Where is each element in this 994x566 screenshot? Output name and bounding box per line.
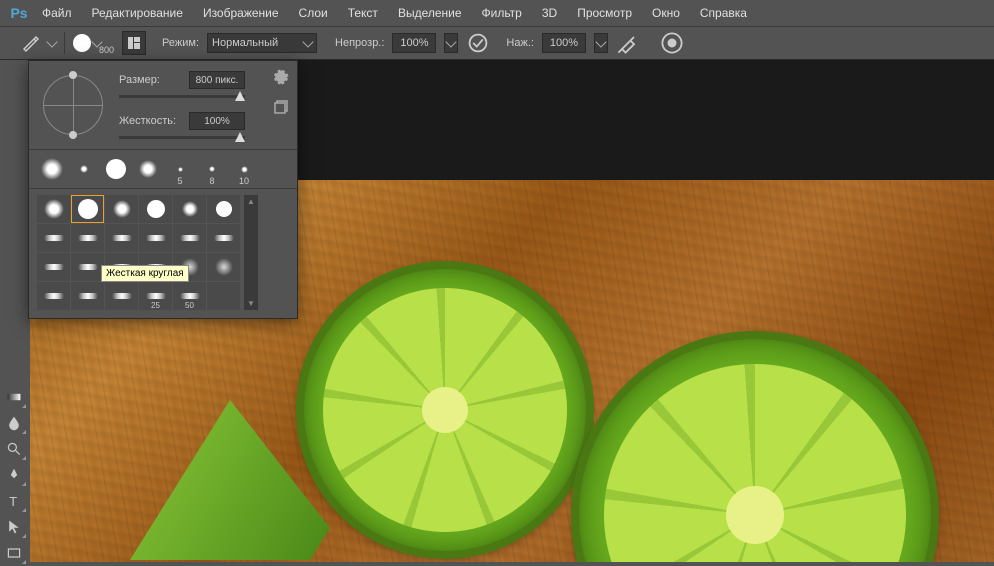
menu-window[interactable]: Окно <box>642 2 690 24</box>
chevron-down-icon <box>595 36 606 47</box>
brush-grid-cell[interactable] <box>173 195 206 223</box>
menu-bar: Ps Файл Редактирование Изображение Слои … <box>0 0 994 26</box>
mode-chevron-icon <box>302 36 313 47</box>
rectangle-tool[interactable] <box>0 540 28 566</box>
opacity-input[interactable]: 100% <box>392 33 436 53</box>
brush-preset[interactable]: 10 <box>229 154 259 184</box>
options-bar: 800 Режим: Нормальный Непрозр.: 100% Наж… <box>0 26 994 60</box>
brush-grid: 25 50 <box>37 195 240 310</box>
menu-file[interactable]: Файл <box>32 2 82 24</box>
blur-tool[interactable] <box>0 410 28 436</box>
brush-preview-circle-icon <box>73 34 91 52</box>
brush-grid-cell[interactable] <box>173 224 206 252</box>
size-input[interactable]: 800 пикс. <box>189 71 245 89</box>
brush-grid-cell[interactable]: 25 <box>139 282 172 310</box>
gear-icon[interactable] <box>273 69 289 85</box>
brush-preset[interactable] <box>101 154 131 184</box>
gradient-tool[interactable] <box>0 384 28 410</box>
menu-image[interactable]: Изображение <box>193 2 289 24</box>
chevron-down-icon <box>446 36 457 47</box>
mode-label: Режим: <box>162 37 199 49</box>
brush-preset[interactable]: 8 <box>197 154 227 184</box>
pressure-opacity-button[interactable] <box>466 31 490 55</box>
app-logo: Ps <box>6 3 32 23</box>
angle-picker[interactable] <box>39 71 107 139</box>
menu-help[interactable]: Справка <box>690 2 757 24</box>
brush-grid-cell[interactable] <box>139 195 172 223</box>
flow-chevron-button[interactable] <box>594 33 608 53</box>
brush-preset[interactable] <box>133 154 163 184</box>
brush-tooltip: Жесткая круглая <box>101 265 189 282</box>
brush-size-preview-label: 800 <box>99 45 114 55</box>
svg-text:T: T <box>9 494 17 509</box>
flow-input[interactable]: 100% <box>542 33 586 53</box>
brush-grid-cell[interactable] <box>37 253 70 281</box>
brush-grid-cell[interactable] <box>139 224 172 252</box>
menu-text[interactable]: Текст <box>338 2 388 24</box>
brush-tool-icon[interactable] <box>20 33 40 53</box>
brush-grid-cell[interactable] <box>71 282 104 310</box>
mode-value: Нормальный <box>212 37 278 49</box>
hardness-label: Жесткость: <box>119 115 181 127</box>
brush-grid-cell[interactable] <box>37 195 70 223</box>
brush-sliders: Размер: 800 пикс. Жесткость: 100% <box>119 71 287 139</box>
brush-grid-cell[interactable] <box>37 282 70 310</box>
flow-label: Наж.: <box>506 37 534 49</box>
brush-grid-cell-selected[interactable] <box>71 195 104 223</box>
brush-panel-toggle-button[interactable] <box>122 31 146 55</box>
brush-grid-cell[interactable] <box>71 224 104 252</box>
brush-preset[interactable]: 5 <box>165 154 195 184</box>
mode-select[interactable]: Нормальный <box>207 33 317 53</box>
logo-text: Ps <box>10 5 27 21</box>
brush-grid-cell[interactable] <box>71 253 104 281</box>
opacity-chevron-button[interactable] <box>444 33 458 53</box>
menu-3d[interactable]: 3D <box>532 2 567 24</box>
menu-filter[interactable]: Фильтр <box>472 2 532 24</box>
text-tool[interactable]: T <box>0 488 28 514</box>
hardness-input[interactable]: 100% <box>189 112 245 130</box>
opacity-label: Непрозр.: <box>335 37 384 49</box>
brush-panel-top: Размер: 800 пикс. Жесткость: 100% <box>29 61 297 149</box>
brush-preview-button[interactable]: 800 <box>73 31 114 55</box>
size-slider[interactable] <box>119 95 245 98</box>
brush-grid-section: 25 50 ▲ ▼ <box>29 188 297 318</box>
brush-preset[interactable] <box>69 154 99 184</box>
brush-grid-cell[interactable] <box>105 224 138 252</box>
pressure-size-button[interactable] <box>660 31 684 55</box>
hardness-slider[interactable] <box>119 136 245 139</box>
brush-grid-cell[interactable] <box>207 195 240 223</box>
scroll-up-icon[interactable]: ▲ <box>247 197 255 206</box>
dodge-tool[interactable] <box>0 436 28 462</box>
tool-bar: T <box>0 384 30 566</box>
pen-tool[interactable] <box>0 462 28 488</box>
scroll-down-icon[interactable]: ▼ <box>247 299 255 308</box>
brush-grid-scrollbar[interactable]: ▲ ▼ <box>244 195 258 310</box>
divider <box>64 32 65 54</box>
brush-grid-cell[interactable] <box>105 195 138 223</box>
lime-slice-1 <box>300 265 590 555</box>
brush-grid-cell[interactable] <box>105 282 138 310</box>
new-preset-icon[interactable] <box>273 99 289 115</box>
tool-preset-chevron-icon[interactable] <box>46 36 57 47</box>
path-select-tool[interactable] <box>0 514 28 540</box>
size-label: Размер: <box>119 74 181 86</box>
menu-select[interactable]: Выделение <box>388 2 472 24</box>
menu-view[interactable]: Просмотр <box>567 2 642 24</box>
brush-presets-top: 5 8 10 <box>29 149 297 188</box>
brush-grid-cell[interactable]: 50 <box>173 282 206 310</box>
brush-picker-panel: Размер: 800 пикс. Жесткость: 100% <box>28 60 298 319</box>
brush-preset[interactable] <box>37 154 67 184</box>
brush-grid-cell[interactable] <box>207 253 240 281</box>
brush-grid-cell[interactable] <box>37 224 70 252</box>
airbrush-button[interactable] <box>616 31 640 55</box>
brush-grid-cell[interactable] <box>207 282 240 310</box>
menu-layers[interactable]: Слои <box>289 2 338 24</box>
menu-edit[interactable]: Редактирование <box>82 2 193 24</box>
brush-grid-cell[interactable] <box>207 224 240 252</box>
